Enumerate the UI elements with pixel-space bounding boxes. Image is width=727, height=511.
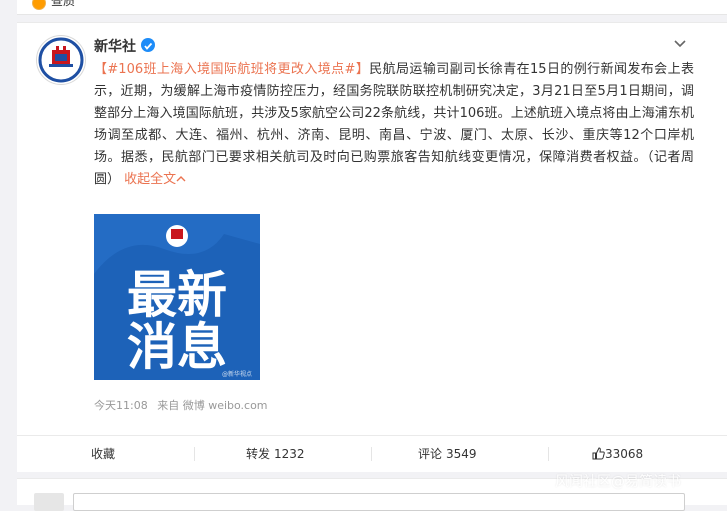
- action-bar: 收藏 转发 1232 评论 3549 33068: [17, 435, 727, 472]
- hashtag-link[interactable]: 【#106班上海入境国际航班将更改入境点#】: [94, 62, 369, 77]
- post-text: 【#106班上海入境国际航班将更改入境点#】民航局运输司副司长徐青在15日的例行…: [94, 59, 694, 191]
- top-strip-label[interactable]: 查质: [51, 0, 75, 8]
- post-source[interactable]: 来自 微博 weibo.com: [157, 399, 267, 412]
- author-name[interactable]: 新华社: [94, 36, 136, 56]
- favorite-label: 收藏: [91, 447, 116, 461]
- coin-icon: [32, 0, 46, 10]
- image-text-line2: 消息: [127, 318, 227, 376]
- image-credit: @新华视点: [222, 370, 252, 378]
- xinhua-logo-icon: [38, 37, 84, 83]
- top-strip: 查质: [17, 0, 727, 15]
- comment-button[interactable]: 评论 3549: [418, 436, 477, 472]
- repost-button[interactable]: 转发 1232: [246, 436, 305, 472]
- chevron-up-icon: [176, 176, 186, 182]
- chevron-down-icon[interactable]: [673, 39, 687, 49]
- commenter-avatar: [34, 493, 64, 511]
- like-count: 33068: [605, 447, 644, 461]
- divider: [371, 447, 372, 461]
- collapse-link[interactable]: 收起全文: [124, 172, 186, 187]
- verified-icon: [141, 38, 155, 52]
- avatar[interactable]: [36, 35, 86, 85]
- post-meta: 今天11:08 来自 微博 weibo.com: [94, 397, 274, 413]
- repost-label: 转发: [246, 447, 271, 461]
- image-text-line1: 最新: [127, 266, 227, 324]
- divider: [194, 447, 195, 461]
- comment-label: 评论: [418, 447, 443, 461]
- divider: [548, 447, 549, 461]
- post-body: 民航局运输司副司长徐青在15日的例行新闻发布会上表示，近期，为缓解上海市疫情防控…: [94, 62, 694, 187]
- favorite-button[interactable]: 收藏: [91, 436, 115, 472]
- comment-input[interactable]: [73, 493, 685, 511]
- repost-count: 1232: [274, 447, 305, 461]
- weibo-post-card: 新华社 【#106班上海入境国际航班将更改入境点#】民航局运输司副司长徐青在15…: [17, 22, 727, 436]
- like-button[interactable]: 33068: [592, 436, 643, 472]
- thumbs-up-icon: [592, 447, 605, 460]
- comment-count: 3549: [446, 447, 477, 461]
- watermark: 风闻社区@易简读书: [555, 474, 681, 490]
- news-image[interactable]: 最新 消息 @新华视点: [94, 214, 260, 380]
- post-time[interactable]: 今天11:08: [94, 399, 148, 412]
